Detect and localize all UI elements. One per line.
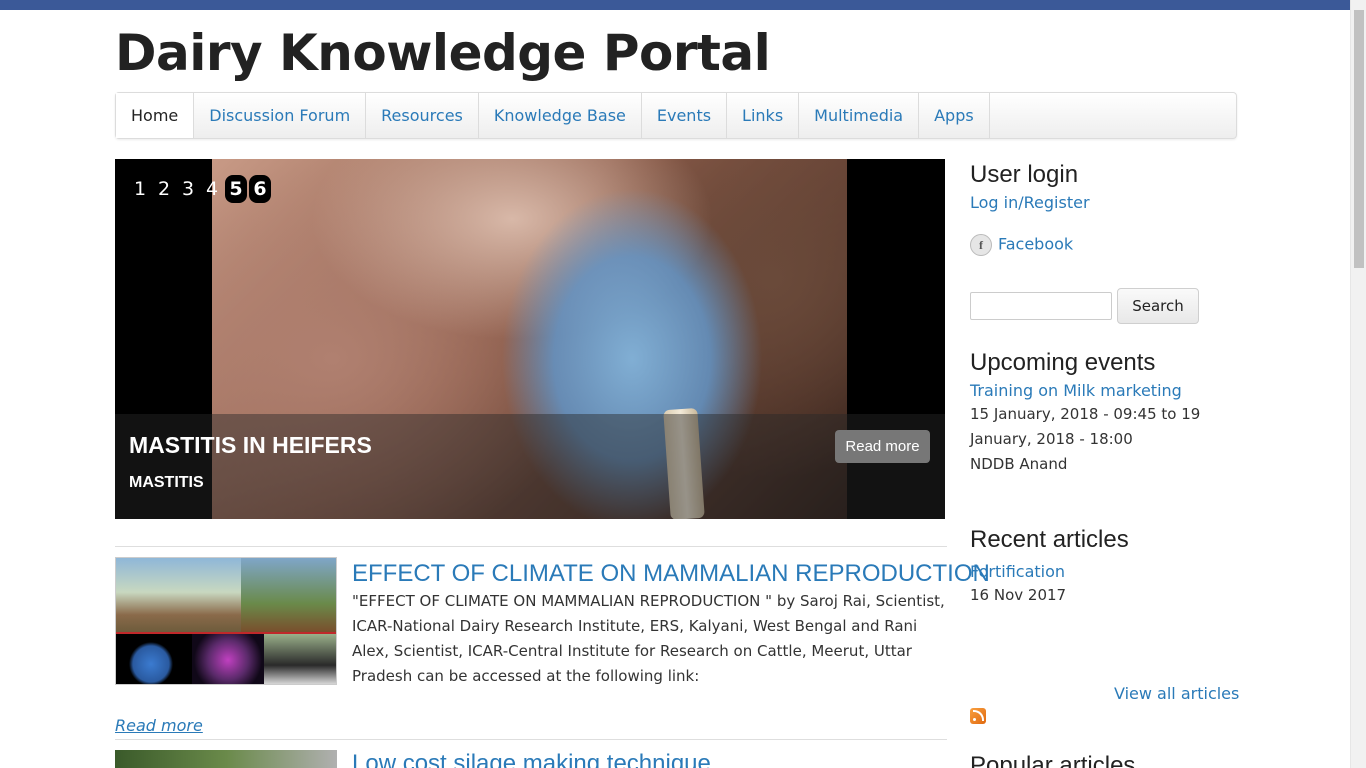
slide-caption: MASTITIS IN HEIFERS MASTITIS Read more [115,414,945,519]
nav-item-home[interactable]: Home [116,93,195,138]
user-login-heading: User login [970,161,1079,188]
slider-page-4[interactable]: 4 [201,175,223,203]
nav-item-knowledge-base[interactable]: Knowledge Base [479,93,642,138]
article-title-link[interactable]: EFFECT OF CLIMATE ON MAMMALIAN REPRODUCT… [352,560,990,588]
rss-feed-icon[interactable] [970,708,986,724]
search-button[interactable]: Search [1117,288,1199,324]
login-register-link[interactable]: Log in/Register [970,193,1090,212]
slide-title[interactable]: MASTITIS IN HEIFERS [129,432,372,459]
slider-page-5[interactable]: 5 [225,175,247,203]
recent-articles-block: Recent articles Fortification 16 Nov 201… [970,526,1235,608]
featured-slider[interactable]: 1 2 3 4 5 6 MASTITIS IN HEIFERS MASTITIS… [115,159,945,519]
site-title[interactable]: Dairy Knowledge Portal [115,24,771,82]
nav-item-resources[interactable]: Resources [366,93,479,138]
article-thumbnail[interactable] [115,557,337,685]
recent-articles-heading: Recent articles [970,526,1129,553]
nav-item-apps[interactable]: Apps [919,93,990,138]
scrollbar-thumb[interactable] [1354,10,1364,268]
facebook-icon[interactable]: f [970,234,992,256]
slider-page-2[interactable]: 2 [153,175,175,203]
slide-read-more-button[interactable]: Read more [835,430,930,463]
recent-article-date: 16 Nov 2017 [970,586,1067,604]
divider [115,546,947,547]
page-scrollbar[interactable] [1350,0,1366,768]
slider-pager: 1 2 3 4 5 6 [129,175,271,203]
upcoming-events-heading: Upcoming events [970,349,1156,376]
facebook-login-link[interactable]: Facebook [998,235,1073,254]
nav-item-links[interactable]: Links [727,93,800,138]
user-login-block: User login Log in/Register f Facebook [970,161,1235,256]
article-title-link[interactable]: Low cost silage making technique [352,750,711,768]
search-input[interactable] [970,292,1112,320]
event-location: NDDB Anand [970,455,1068,473]
recent-article-link[interactable]: Fortification [970,562,1065,581]
event-title-link[interactable]: Training on Milk marketing [970,381,1182,400]
upcoming-events-block: Upcoming events Training on Milk marketi… [970,349,1235,477]
nav-item-discussion-forum[interactable]: Discussion Forum [194,93,367,138]
article-read-more-link[interactable]: Read more [115,716,203,735]
article-thumbnail[interactable] [115,750,337,768]
slide-subtitle: MASTITIS [129,474,204,491]
slider-page-3[interactable]: 3 [177,175,199,203]
article-summary: "EFFECT OF CLIMATE ON MAMMALIAN REPRODUC… [352,592,945,685]
nav-item-multimedia[interactable]: Multimedia [799,93,920,138]
divider [115,739,947,740]
popular-articles-block: Popular articles [970,752,1235,768]
nav-item-events[interactable]: Events [642,93,728,138]
popular-articles-heading: Popular articles [970,752,1136,768]
main-navigation: Home Discussion Forum Resources Knowledg… [115,92,1237,139]
slider-page-1[interactable]: 1 [129,175,151,203]
view-all-articles-link[interactable]: View all articles [1114,684,1239,703]
slider-page-6[interactable]: 6 [249,175,271,203]
top-accent-bar [0,0,1350,10]
event-date: 15 January, 2018 - 09:45 to 19 January, … [970,405,1201,448]
